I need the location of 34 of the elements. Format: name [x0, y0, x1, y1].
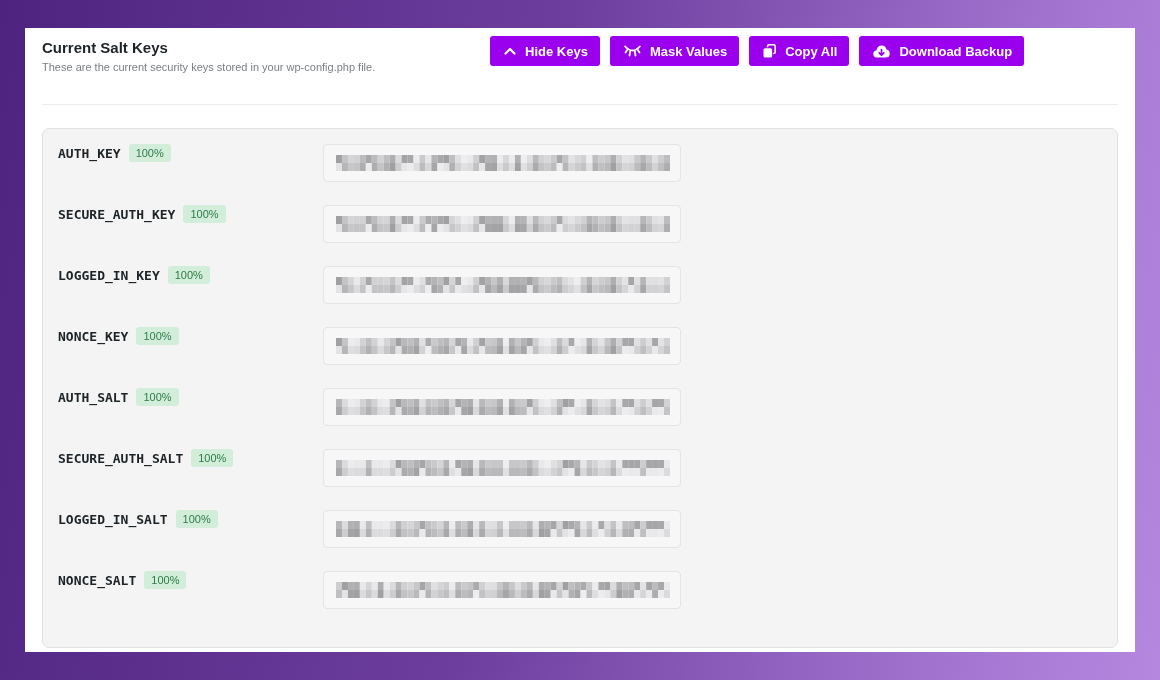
action-button[interactable]: Download Backup [859, 36, 1025, 66]
key-name: SECURE_AUTH_KEY [58, 206, 176, 222]
strength-badge: 100% [144, 571, 187, 589]
key-value-field[interactable] [323, 205, 681, 243]
action-button[interactable]: Mask Values [609, 36, 740, 66]
key-value-field[interactable] [323, 510, 681, 548]
closed-eye-icon [623, 45, 641, 57]
key-name: NONCE_SALT [58, 572, 137, 588]
key-name: AUTH_SALT [58, 389, 129, 405]
key-value-field[interactable] [323, 388, 681, 426]
section-description: These are the current security keys stored in your wp-config.php file. [42, 60, 377, 74]
strength-badge: 100% [128, 144, 171, 162]
key-name: SECURE_AUTH_SALT [58, 450, 184, 466]
strength-badge: 100% [175, 510, 218, 528]
key-value-field[interactable] [323, 571, 681, 609]
key-name: NONCE_KEY [58, 328, 129, 344]
strength-badge: 100% [136, 388, 179, 406]
key-name: LOGGED_IN_SALT [58, 511, 168, 527]
copy-icon [763, 44, 777, 58]
key-value-field[interactable] [323, 144, 681, 182]
strength-badge: 100% [136, 327, 179, 345]
key-value-field[interactable] [323, 266, 681, 304]
strength-badge: 100% [167, 266, 210, 284]
chevron-up-icon [504, 45, 516, 57]
key-name: LOGGED_IN_KEY [58, 267, 160, 283]
action-button[interactable]: Copy All [749, 36, 850, 66]
cloud-download-icon [873, 44, 891, 58]
action-button[interactable]: Hide Keys [490, 36, 600, 66]
strength-badge: 100% [191, 449, 234, 467]
key-name: AUTH_KEY [58, 145, 121, 161]
key-value-field[interactable] [323, 449, 681, 487]
section-title: Current Salt Keys [42, 39, 169, 57]
strength-badge: 100% [183, 205, 226, 223]
key-value-field[interactable] [323, 327, 681, 365]
